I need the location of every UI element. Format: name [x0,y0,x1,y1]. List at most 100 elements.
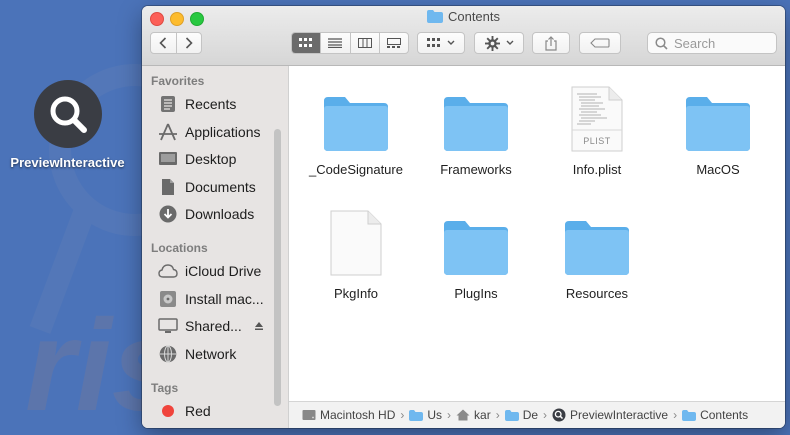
path-item-label: PreviewInteractive [570,408,669,422]
path-item-previewinteractive[interactable]: PreviewInteractive [552,408,668,422]
back-button[interactable] [151,33,176,53]
folder-icon [504,409,519,421]
app-icon [552,408,566,422]
document-icon [158,177,178,197]
monitor-icon [158,316,178,336]
share-icon [545,35,557,51]
list-icon [328,38,343,48]
sidebar-item-label: Desktop [185,151,237,167]
desktop-app-label[interactable]: PreviewInteractive [0,155,135,170]
folder-icon [324,97,388,151]
sidebar-item-install-mac[interactable]: Install mac... [158,288,264,310]
file-name: PlugIns [454,286,498,301]
path-bar: Macintosh HD › Us › kar › De › PreviewIn… [289,401,785,428]
red-tag-dot-icon [158,401,178,421]
sidebar-item-tag-red[interactable]: Red [158,400,211,422]
column-view-button[interactable] [349,33,379,53]
sidebar-scrollbar[interactable] [274,129,281,406]
sidebar-item-icloud-drive[interactable]: iCloud Drive [158,260,261,282]
sidebar-item-label: Downloads [185,206,255,222]
action-button[interactable] [474,32,524,54]
file-name: MacOS [696,162,740,177]
file-item-pkginfo[interactable]: PkgInfo [296,206,416,301]
share-button[interactable] [532,32,570,54]
sidebar-item-label: Install mac... [185,291,264,307]
desktop-app-icon[interactable] [34,80,102,148]
path-item-desktop[interactable]: De [504,408,538,422]
view-mode-control [291,32,409,54]
icon-view-button[interactable] [292,33,321,53]
search-icon [655,36,668,50]
grid-icon [299,38,313,47]
sidebar-item-documents[interactable]: Documents [158,176,256,198]
path-separator: › [673,408,678,422]
sidebar-item-label: Applications [185,124,261,140]
window-title: Contents [142,9,785,26]
folder-icon [444,221,508,275]
list-view-button[interactable] [320,33,349,53]
sidebar-item-label: iCloud Drive [185,263,262,279]
sidebar-item-desktop[interactable]: Desktop [158,148,236,170]
file-item-macos[interactable]: MacOS [658,82,778,177]
file-item-info-plist[interactable]: PLIST Info.plist [537,82,657,177]
window-title-text: Contents [447,9,501,24]
columns-icon [357,38,372,48]
tag-button[interactable] [579,32,621,54]
document-icon [330,210,382,276]
file-item-plugins[interactable]: PlugIns [416,206,536,301]
path-item-users[interactable]: Us [409,408,442,422]
gear-icon [484,35,500,51]
sidebar-item-label: Recents [185,96,237,112]
file-grid: _CodeSignature Frameworks PLIST Info.pli… [289,66,785,399]
path-separator: › [543,408,548,422]
chevron-down-icon [447,40,455,45]
favorites-header: Favorites [151,74,205,88]
network-icon [158,344,178,364]
gallery-icon [386,38,401,48]
sidebar-item-recents[interactable]: Recents [158,93,236,115]
folder-icon [409,409,424,421]
path-item-home[interactable]: kar [456,408,491,422]
sidebar-item-shared[interactable]: Shared... [158,315,264,337]
forward-button[interactable] [175,33,202,53]
folder-icon [682,409,697,421]
finder-window: Contents Search Favorites Recents Applic… [142,6,785,428]
desktop-icon [158,149,178,169]
sidebar-item-label: Red [185,403,211,419]
path-separator: › [400,408,405,422]
sidebar-item-downloads[interactable]: Downloads [158,203,254,225]
file-name: Info.plist [572,162,622,177]
path-separator: › [447,408,452,422]
file-item-frameworks[interactable]: Frameworks [416,82,536,177]
path-item-contents[interactable]: Contents [682,408,748,422]
path-item-label: kar [474,408,491,422]
download-icon [158,204,178,224]
group-by-button[interactable] [417,32,465,54]
path-item-macintosh-hd[interactable]: Macintosh HD [302,408,395,422]
magnifier-icon [50,96,87,133]
clock-icon [158,94,178,114]
chevron-right-icon [185,37,193,49]
hard-drive-icon [302,409,316,421]
folder-icon [426,10,443,26]
path-item-label: Contents [700,408,749,422]
file-item-codesignature[interactable]: _CodeSignature [296,82,416,177]
sidebar-item-label: Network [185,346,237,362]
file-name: _CodeSignature [309,162,403,177]
folder-icon [444,97,508,151]
sidebar-item-label: Shared... [185,318,242,334]
sidebar-item-label: Documents [185,179,256,195]
sidebar-item-network[interactable]: Network [158,343,236,365]
file-item-resources[interactable]: Resources [537,206,657,301]
path-item-label: Us [427,408,443,422]
gallery-view-button[interactable] [378,33,408,53]
tag-icon [590,38,610,48]
disk-icon [158,289,178,309]
applications-icon [158,122,178,142]
folder-icon [565,221,629,275]
search-field[interactable]: Search [647,32,777,54]
eject-icon[interactable] [254,321,264,331]
home-icon [456,409,470,421]
sidebar-item-applications[interactable]: Applications [158,121,261,143]
search-placeholder: Search [674,35,716,51]
